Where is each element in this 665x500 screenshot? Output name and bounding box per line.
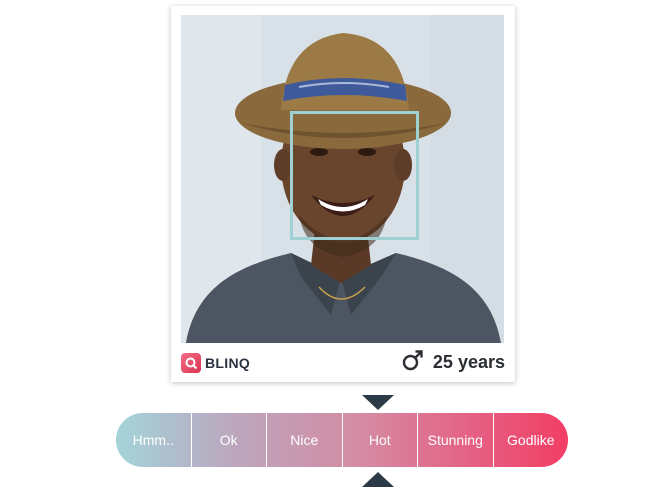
- rating-option-godlike[interactable]: Godlike: [492, 413, 569, 467]
- brand: BLINQ: [181, 352, 251, 373]
- selection-pointer-top: [362, 395, 394, 410]
- selection-pointer-bottom: [362, 472, 394, 487]
- profile-photo: [181, 15, 504, 343]
- rating-scale: Hmm.. Ok Nice Hot Stunning Godlike: [116, 413, 568, 467]
- rating-option-stunning[interactable]: Stunning: [417, 413, 493, 467]
- profile-meta: 25 years: [402, 349, 505, 376]
- face-detection-frame: [290, 111, 419, 240]
- age-label: 25 years: [432, 352, 505, 372]
- rating-option-nice[interactable]: Nice: [266, 413, 342, 467]
- rating-option-hot[interactable]: Hot: [341, 413, 418, 467]
- rating-option-ok[interactable]: Ok: [190, 413, 267, 467]
- profile-footer: BLINQ 25 years: [181, 343, 505, 382]
- blinq-logo-icon: [181, 352, 201, 373]
- profile-card: BLINQ 25 years: [171, 6, 515, 382]
- rating-option-hmm[interactable]: Hmm..: [116, 413, 191, 467]
- brand-name: BLINQ: [205, 354, 251, 371]
- male-symbol-icon: [402, 349, 424, 376]
